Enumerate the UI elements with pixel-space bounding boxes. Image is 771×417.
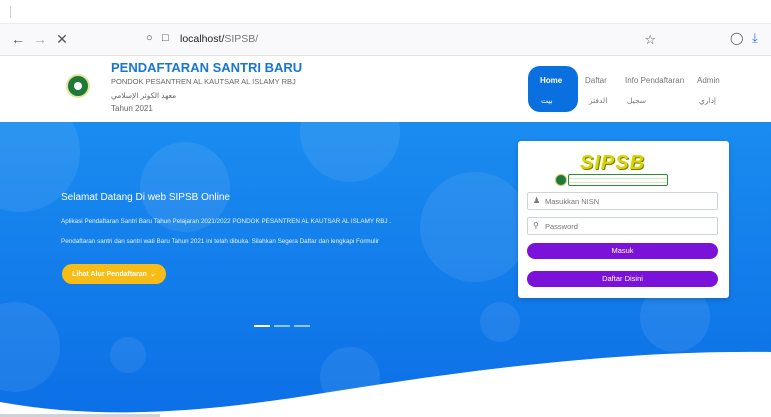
url-host: localhost/ bbox=[180, 33, 225, 45]
url-bar[interactable]: ○ □ localhost/SIPSB/ ☆ bbox=[136, 29, 692, 51]
site-subtitle: PONDOK PESANTREN AL KAUTSAR AL ISLAMY RB… bbox=[111, 77, 296, 86]
site-year: Tahun 2021 bbox=[111, 104, 153, 113]
nisn-input[interactable] bbox=[527, 192, 718, 210]
lihat-alur-button[interactable]: Lihat Alur Pendaftaran ⌄ bbox=[62, 264, 166, 284]
decor-circle bbox=[480, 302, 520, 342]
url-path: SIPSB/ bbox=[224, 33, 259, 45]
daftar-disini-button[interactable]: Daftar Disini bbox=[527, 271, 718, 287]
browser-toolbar: ← → ✕ ○ □ localhost/SIPSB/ ☆ bbox=[0, 24, 771, 56]
user-icon: ♟ bbox=[533, 196, 541, 205]
hero-wave bbox=[0, 351, 771, 417]
masuk-button[interactable]: Masuk bbox=[527, 243, 718, 259]
shield-icon[interactable]: ○ bbox=[146, 32, 153, 44]
browser-tab-strip bbox=[0, 0, 771, 24]
decor-circle bbox=[300, 122, 400, 182]
site-title: PENDAFTARAN SANTRI BARU bbox=[111, 60, 303, 75]
school-badge-icon bbox=[555, 174, 567, 186]
sipsb-logo-text: SIPSB bbox=[580, 152, 646, 174]
carousel-indicator-3[interactable] bbox=[294, 325, 310, 327]
menu-home[interactable]: Home بيت bbox=[528, 66, 578, 112]
logo-ribbon bbox=[568, 174, 668, 186]
star-icon[interactable]: ☆ bbox=[644, 32, 656, 48]
carousel-indicator-2[interactable] bbox=[274, 325, 290, 327]
page-icon: □ bbox=[162, 32, 169, 44]
menu-daftar-arabic: الدفتر bbox=[589, 96, 608, 105]
close-icon[interactable]: ✕ bbox=[54, 31, 70, 47]
carousel-indicator-1[interactable] bbox=[254, 325, 270, 327]
key-icon: ⚲ bbox=[533, 221, 539, 230]
menu-home-arabic: بيت bbox=[541, 96, 553, 105]
menu-info-label: Info Pendaftaran bbox=[625, 76, 685, 85]
menu-info-arabic: سجيل bbox=[627, 96, 647, 105]
decor-circle bbox=[420, 172, 530, 282]
password-input[interactable] bbox=[527, 217, 718, 235]
pocket-icon[interactable]: ◯ bbox=[730, 31, 743, 45]
hero-heading: Selamat Datang Di web SIPSB Online bbox=[61, 192, 230, 203]
menu-admin-arabic: إداري bbox=[699, 96, 716, 105]
site-arabic-name: معهد الكوثر الإسلامي bbox=[111, 91, 177, 100]
school-logo-icon[interactable] bbox=[66, 74, 90, 98]
lihat-alur-label: Lihat Alur Pendaftaran bbox=[72, 270, 147, 278]
download-icon[interactable]: ⤓ bbox=[752, 30, 758, 46]
menu-admin-label: Admin bbox=[697, 76, 720, 85]
menu-home-label: Home bbox=[540, 76, 563, 85]
url-text[interactable]: localhost/SIPSB/ bbox=[180, 33, 258, 45]
back-arrow-icon[interactable]: ← bbox=[10, 31, 26, 47]
forward-arrow-icon[interactable]: → bbox=[32, 31, 48, 47]
tab-divider bbox=[10, 6, 11, 18]
hero-paragraph-1: Aplikasi Pendaftaran Santri Baru Tahun P… bbox=[61, 218, 392, 225]
menu-daftar-label: Daftar bbox=[585, 76, 607, 85]
hero-paragraph-2: Pendaftaran santri dan santri wati Baru … bbox=[61, 238, 380, 245]
chevron-down-icon: ⌄ bbox=[149, 271, 156, 278]
